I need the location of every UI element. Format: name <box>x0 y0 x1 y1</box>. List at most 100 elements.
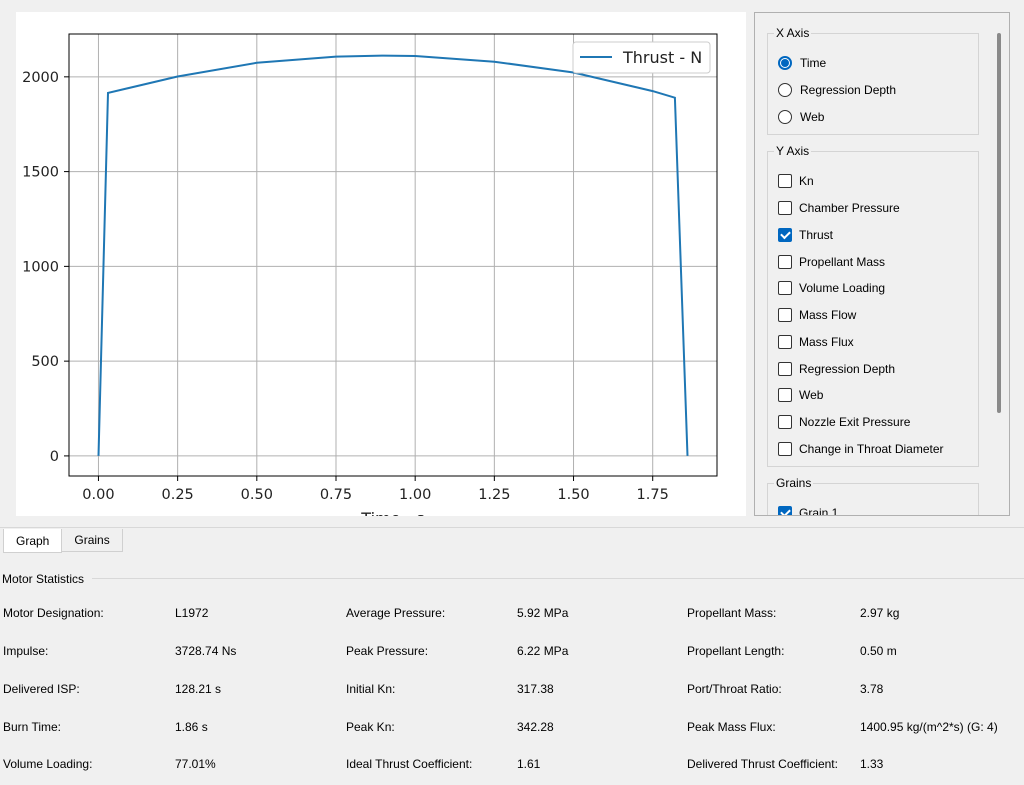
stat-value: 1.61 <box>517 757 541 771</box>
y-axis-option-change-in-throat-diameter[interactable]: Change in Throat Diameter <box>778 440 944 458</box>
legend-label: Thrust - N <box>622 48 702 67</box>
stat-label: Motor Designation: <box>3 606 104 620</box>
x-axis-group: X Axis Time Regression Depth Web <box>767 26 979 135</box>
option-label: Regression Depth <box>799 362 896 376</box>
stat-value: 317.38 <box>517 682 554 696</box>
y-axis-option-nozzle-exit-pressure[interactable]: Nozzle Exit Pressure <box>778 413 910 431</box>
x-tick-label: 0.75 <box>320 487 352 503</box>
x-tick-label: 0.50 <box>241 487 273 503</box>
option-label: Web <box>799 388 824 402</box>
option-label: Volume Loading <box>799 281 886 295</box>
checkbox-icon[interactable] <box>778 255 792 269</box>
option-label: Change in Throat Diameter <box>799 442 944 456</box>
option-label: Nozzle Exit Pressure <box>799 415 911 429</box>
stat-value: 3728.74 Ns <box>175 644 237 658</box>
stat-label: Impulse: <box>3 644 49 658</box>
graph-tab-content: 0.00 0.25 0.50 0.75 1.00 1.25 1.50 1.75 0 500 1000… <box>0 0 1024 528</box>
option-label: Kn <box>799 174 814 188</box>
y-axis-group: Y Axis Kn Chamber Pressure Thrust Propel… <box>767 144 979 467</box>
x-tick-label: 1.75 <box>637 487 669 503</box>
y-axis-option-propellant-mass[interactable]: Propellant Mass <box>778 253 885 271</box>
option-label: Mass Flux <box>799 335 854 349</box>
stat-value: L1972 <box>175 606 209 620</box>
stat-value: 77.01% <box>175 757 216 771</box>
y-tick-label: 0 <box>50 449 59 465</box>
option-label: Thrust <box>799 228 834 242</box>
stat-value: 1.33 <box>860 757 884 771</box>
radio-icon[interactable] <box>778 110 792 124</box>
thrust-plot: 0.00 0.25 0.50 0.75 1.00 1.25 1.50 1.75 0 500 1000… <box>16 12 746 516</box>
y-tick-label: 1500 <box>22 165 59 181</box>
y-axis-option-thrust[interactable]: Thrust <box>778 226 833 244</box>
main-tabs: Graph Grains <box>3 529 123 553</box>
y-axis-option-web[interactable]: Web <box>778 386 823 404</box>
checkbox-icon[interactable] <box>778 442 792 456</box>
radio-icon[interactable] <box>778 83 792 97</box>
stat-label: Peak Pressure: <box>346 644 429 658</box>
x-axis-group-title: X Axis <box>774 26 812 40</box>
checkbox-icon[interactable] <box>778 174 792 188</box>
checkbox-icon[interactable] <box>778 388 792 402</box>
option-label: Chamber Pressure <box>799 201 900 215</box>
x-axis-option-time[interactable]: Time <box>778 54 826 72</box>
checkbox-checked-icon[interactable] <box>778 506 792 515</box>
stat-value: 128.21 s <box>175 682 222 696</box>
option-label: Grain 1 <box>799 506 839 516</box>
stat-label: Ideal Thrust Coefficient: <box>346 757 473 771</box>
option-label: Time <box>800 56 827 70</box>
y-axis-option-volume-loading[interactable]: Volume Loading <box>778 279 885 297</box>
stat-label: Delivered ISP: <box>3 682 80 696</box>
stat-value: 342.28 <box>517 720 554 734</box>
options-scrollbar[interactable] <box>997 33 1001 413</box>
x-tick-label: 1.00 <box>399 487 431 503</box>
stat-label: Average Pressure: <box>346 606 446 620</box>
checkbox-icon[interactable] <box>778 335 792 349</box>
stat-label: Burn Time: <box>3 720 62 734</box>
plot-frame <box>68 33 718 477</box>
option-label: Regression Depth <box>800 83 897 97</box>
y-tick-label: 2000 <box>22 70 59 86</box>
stat-label: Port/Throat Ratio: <box>687 682 782 696</box>
stat-value: 5.92 MPa <box>517 606 569 620</box>
checkbox-icon[interactable] <box>778 281 792 295</box>
checkbox-icon[interactable] <box>778 308 792 322</box>
stat-label: Initial Kn: <box>346 682 396 696</box>
stat-label: Peak Kn: <box>346 720 395 734</box>
tab-graph[interactable]: Graph <box>3 529 63 553</box>
y-axis-group-title: Y Axis <box>774 144 812 158</box>
radio-icon[interactable] <box>778 56 792 70</box>
grains-group: Grains Grain 1 <box>767 476 979 516</box>
y-axis-option-kn[interactable]: Kn <box>778 172 814 190</box>
x-tick-label: 1.25 <box>478 487 510 503</box>
option-label: Mass Flow <box>799 308 857 322</box>
stat-value: 3.78 <box>860 682 884 696</box>
grains-option-grain-1[interactable]: Grain 1 <box>778 504 839 516</box>
stat-label: Propellant Length: <box>687 644 785 658</box>
x-axis-option-web[interactable]: Web <box>778 108 824 126</box>
y-axis-option-mass-flow[interactable]: Mass Flow <box>778 306 856 324</box>
grains-group-title: Grains <box>774 476 814 490</box>
chart-canvas: 0.00 0.25 0.50 0.75 1.00 1.25 1.50 1.75 0 500 1000… <box>22 33 718 516</box>
stat-label: Delivered Thrust Coefficient: <box>687 757 838 771</box>
checkbox-checked-icon[interactable] <box>778 228 792 242</box>
checkbox-icon[interactable] <box>778 415 792 429</box>
y-axis-option-chamber-pressure[interactable]: Chamber Pressure <box>778 199 900 217</box>
stat-value: 0.50 m <box>860 644 897 658</box>
series-line-thrust <box>97 54 689 456</box>
motor-statistics-divider <box>92 578 1024 579</box>
checkbox-icon[interactable] <box>778 362 792 376</box>
stat-value: 1400.95 kg/(m^2*s) (G: 4) <box>860 720 998 734</box>
y-axis-option-mass-flux[interactable]: Mass Flux <box>778 333 854 351</box>
stat-label: Peak Mass Flux: <box>687 720 776 734</box>
y-axis-option-regression-depth[interactable]: Regression Depth <box>778 360 895 378</box>
x-axis-option-regression-depth[interactable]: Regression Depth <box>778 81 896 99</box>
x-tick-label: 0.00 <box>82 487 114 503</box>
y-tick-label: 1000 <box>22 259 59 275</box>
stat-value: 6.22 MPa <box>517 644 569 658</box>
stat-value: 1.86 s <box>175 720 208 734</box>
tab-grains[interactable]: Grains <box>62 529 123 552</box>
x-axis-label: Time - s <box>360 509 424 516</box>
checkbox-icon[interactable] <box>778 201 792 215</box>
stat-label: Propellant Mass: <box>687 606 777 620</box>
y-tick-label: 500 <box>31 354 59 370</box>
